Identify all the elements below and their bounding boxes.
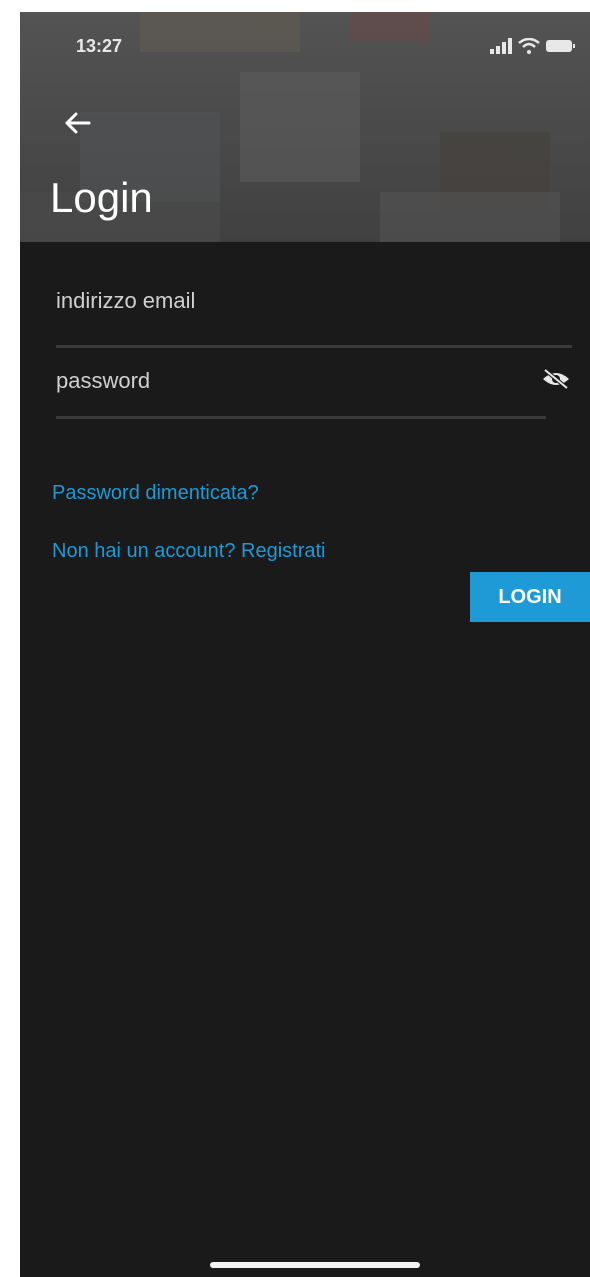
status-bar: 13:27 xyxy=(20,12,590,72)
password-input[interactable] xyxy=(56,368,526,394)
email-underline xyxy=(56,345,572,348)
password-field xyxy=(56,366,574,428)
password-underline xyxy=(56,416,546,419)
login-button[interactable]: LOGIN xyxy=(470,572,590,622)
back-button[interactable] xyxy=(60,108,94,142)
wifi-icon xyxy=(518,37,540,59)
header-banner: 13:27 Login xyxy=(20,12,590,242)
eye-off-icon xyxy=(541,367,571,395)
status-time: 13:27 xyxy=(76,36,123,56)
signal-icon xyxy=(490,38,512,59)
status-icons xyxy=(490,37,576,59)
app-screen: 13:27 Login indirizzo email Password dim… xyxy=(20,12,590,1277)
home-indicator[interactable] xyxy=(210,1262,420,1268)
arrow-left-icon xyxy=(63,111,91,140)
toggle-password-visibility-button[interactable] xyxy=(538,366,574,396)
email-input[interactable] xyxy=(56,288,526,314)
email-field xyxy=(56,288,572,348)
battery-icon xyxy=(546,38,576,59)
page-title: Login xyxy=(50,174,153,221)
register-link[interactable]: Non hai un account? Registrati xyxy=(52,540,326,563)
forgot-password-link[interactable]: Password dimenticata? xyxy=(52,482,259,505)
